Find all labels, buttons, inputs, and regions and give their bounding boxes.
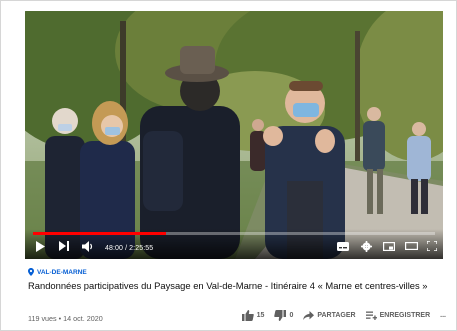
volume-button[interactable] xyxy=(82,239,94,253)
video-player[interactable]: 48:00 / 2:25:55 xyxy=(25,11,443,259)
settings-button[interactable] xyxy=(361,239,372,253)
thumbs-up-icon xyxy=(241,310,254,321)
miniplayer-icon xyxy=(383,241,395,251)
theater-button[interactable] xyxy=(405,239,418,253)
theater-icon xyxy=(405,242,418,250)
like-count: 15 xyxy=(256,312,265,319)
time-total: 2:25:55 xyxy=(129,245,154,252)
share-label: PARTAGER xyxy=(317,312,356,319)
progress-bar[interactable] xyxy=(33,232,435,235)
location-pin-icon xyxy=(28,268,34,276)
video-title: Randonnées participatives du Paysage en … xyxy=(28,280,428,291)
play-icon xyxy=(36,240,45,252)
volume-icon xyxy=(82,240,93,252)
save-icon xyxy=(365,311,377,320)
like-button[interactable]: 15 xyxy=(241,310,265,321)
time-current: 48:00 xyxy=(105,245,124,252)
share-icon xyxy=(303,311,315,320)
watch-panel: 48:00 / 2:25:55 VAL-DE-MARNE Randonnées … xyxy=(0,0,457,331)
subtitles-button[interactable] xyxy=(337,239,349,253)
play-button[interactable] xyxy=(35,239,45,253)
next-button[interactable] xyxy=(59,239,69,253)
time-display: 48:00 / 2:25:55 xyxy=(105,245,154,252)
next-icon xyxy=(59,241,69,251)
save-label: ENREGISTRER xyxy=(379,312,431,319)
settings-icon xyxy=(361,240,372,252)
video-frame xyxy=(25,11,443,259)
progress-fill xyxy=(33,232,166,235)
views-date: 119 vues • 14 oct. 2020 xyxy=(28,314,103,323)
channel-location-tag[interactable]: VAL-DE-MARNE xyxy=(28,268,87,276)
channel-name: VAL-DE-MARNE xyxy=(37,268,87,276)
more-label: ... xyxy=(440,312,446,319)
fullscreen-icon xyxy=(427,241,437,251)
share-button[interactable]: PARTAGER xyxy=(303,311,356,320)
subtitles-icon xyxy=(337,241,349,251)
thumbs-down-icon xyxy=(274,310,287,321)
video-actions: 15 0 PARTAGER ENREGISTRER ... xyxy=(241,310,446,321)
fullscreen-button[interactable] xyxy=(427,239,437,253)
miniplayer-button[interactable] xyxy=(383,239,395,253)
dislike-button[interactable]: 0 xyxy=(274,310,293,321)
more-actions-button[interactable]: ... xyxy=(440,312,446,319)
save-button[interactable]: ENREGISTRER xyxy=(365,311,431,320)
dislike-count: 0 xyxy=(289,312,294,319)
